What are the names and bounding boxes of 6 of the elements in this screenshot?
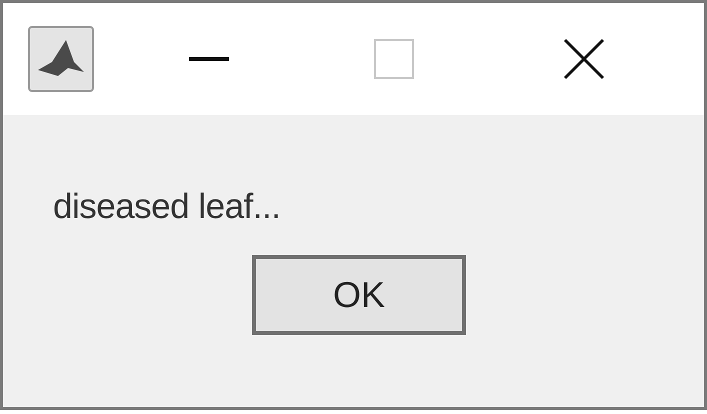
message-text: diseased leaf... bbox=[53, 187, 282, 227]
maximize-icon bbox=[374, 39, 414, 79]
close-icon bbox=[563, 38, 605, 80]
minimize-icon bbox=[189, 57, 229, 61]
app-icon bbox=[28, 26, 94, 92]
ok-button[interactable]: OK bbox=[252, 255, 466, 335]
